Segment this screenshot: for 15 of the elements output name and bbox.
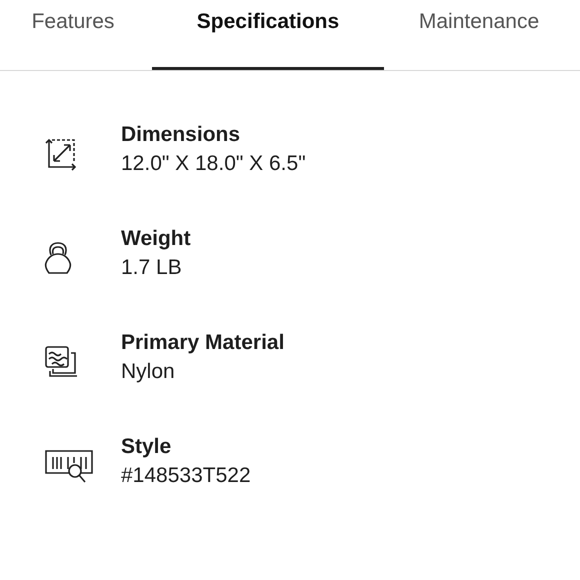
spec-label: Weight [121, 227, 191, 251]
fabric-swatch-icon [44, 345, 78, 377]
kettlebell-icon [44, 241, 72, 275]
tab[interactable]: Features [8, 0, 138, 70]
spec-value: 12.0" X 18.0" X 6.5" [121, 152, 306, 176]
spec-label: Primary Material [121, 331, 284, 355]
barcode-search-icon [44, 449, 94, 485]
tab[interactable]: Specifications [152, 0, 384, 70]
tab[interactable]: Maintenance [384, 0, 574, 70]
spec-label: Dimensions [121, 123, 242, 147]
spec-label: Style [121, 435, 172, 459]
resize-arrows-icon [44, 137, 78, 171]
spec-value: 1.7 LB [121, 256, 183, 280]
spec-value: #148533T522 [121, 464, 251, 488]
spec-value: Nylon [121, 360, 176, 384]
